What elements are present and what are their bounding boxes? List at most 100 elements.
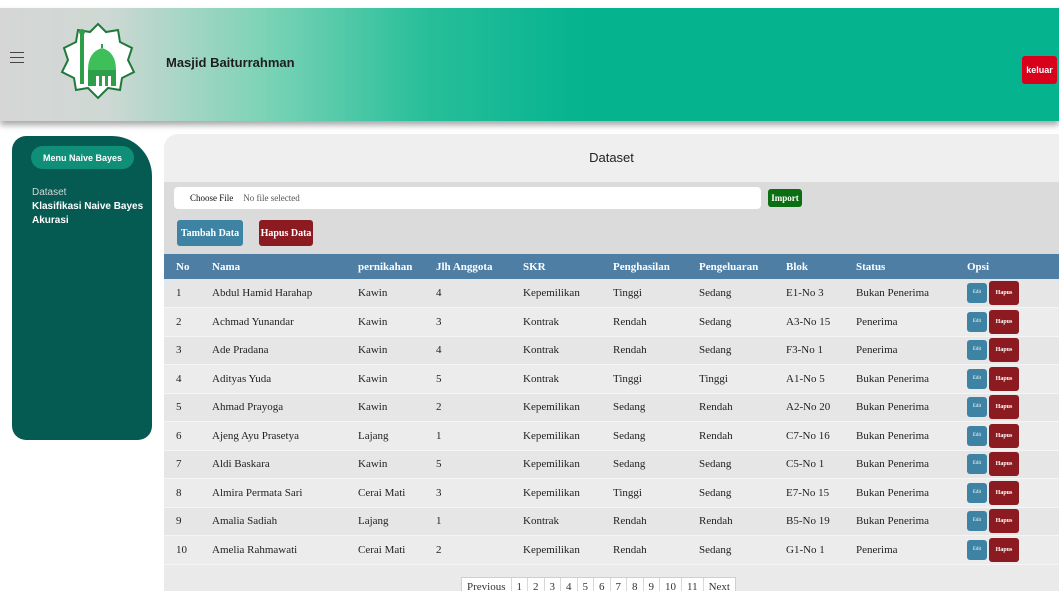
pagination-next[interactable]: Next — [704, 578, 735, 591]
edit-button[interactable]: Edit — [967, 340, 987, 361]
add-data-button[interactable]: Tambah Data — [177, 220, 243, 246]
pagination-page[interactable]: 10 — [660, 578, 682, 591]
cell-nama: Abdul Hamid Harahap — [212, 287, 313, 299]
pagination-page[interactable]: 5 — [578, 578, 594, 591]
pagination-page[interactable]: 4 — [561, 578, 578, 591]
cell-no: 10 — [176, 543, 187, 556]
table-row: 2 Achmad Yunandar Kawin 3 Kontrak Rendah Sedan… — [164, 307, 1059, 336]
cell-pengeluaran: Sedang — [699, 344, 732, 357]
dataset-table: No Nama pernikahan Jlh Anggota SKR Pengh… — [164, 254, 1059, 565]
cell-skr: Kepemilikan — [523, 458, 580, 471]
edit-button[interactable]: Edit — [967, 454, 987, 475]
cell-opsi: Edit Hapus — [955, 422, 1059, 451]
import-button[interactable]: Import — [768, 189, 802, 207]
delete-button[interactable]: Hapus — [989, 423, 1019, 448]
cell-opsi: Edit Hapus — [955, 507, 1059, 536]
cell-penghasilan: Sedang — [613, 401, 646, 414]
delete-button[interactable]: Hapus — [989, 338, 1019, 363]
cell-penghasilan: Sedang — [613, 429, 646, 442]
column-header: Blok — [786, 260, 809, 273]
pagination-page[interactable]: 3 — [545, 578, 561, 591]
table-row: 5 Ahmad Prayoga Kawin 2 Kepemilikan Sedang Ren… — [164, 393, 1059, 422]
delete-button[interactable]: Hapus — [989, 309, 1019, 334]
cell-status: Penerima — [856, 315, 898, 328]
delete-button[interactable]: Hapus — [989, 281, 1019, 305]
cell-pengeluaran: Sedang — [699, 287, 732, 299]
edit-button[interactable]: Edit — [967, 397, 987, 418]
toolbar: Choose File No file selected Import Tamb… — [164, 182, 1059, 254]
sidebar: Menu Naive Bayes Dataset Klasifikasi Nai… — [12, 136, 152, 440]
cell-blok: A1-No 5 — [786, 372, 825, 385]
cell-jlh: 2 — [436, 543, 442, 556]
cell-nama: Ajeng Ayu Prasetya — [212, 429, 299, 442]
table-row: 1 Abdul Hamid Harahap Kawin 4 Kepemilikan Tin… — [164, 279, 1059, 308]
cell-skr: Kepemilikan — [523, 486, 580, 499]
sidebar-item-klasifikasi[interactable]: Klasifikasi Naive Bayes — [32, 200, 143, 214]
cell-jlh: 1 — [436, 429, 442, 442]
pagination-page[interactable]: 2 — [528, 578, 545, 591]
cell-status: Bukan Penerima — [856, 458, 930, 471]
site-title: Masjid Baiturrahman — [166, 55, 295, 70]
edit-button[interactable]: Edit — [967, 311, 987, 332]
edit-button[interactable]: Edit — [967, 511, 987, 532]
cell-jlh: 3 — [436, 486, 442, 499]
main-panel: Dataset Choose File No file selected Imp… — [164, 134, 1059, 591]
delete-button[interactable]: Hapus — [989, 509, 1019, 534]
column-header: No — [176, 260, 190, 273]
delete-button[interactable]: Hapus — [989, 452, 1019, 477]
cell-pernikahan: Kawin — [358, 401, 388, 414]
hamburger-icon[interactable] — [10, 52, 24, 66]
cell-skr: Kepemilikan — [523, 543, 580, 556]
table-row: 8 Almira Permata Sari Cerai Mati 3 Kepemilik… — [164, 478, 1059, 507]
edit-button[interactable]: Edit — [967, 368, 987, 389]
cell-pengeluaran: Rendah — [699, 429, 733, 442]
pagination-page[interactable]: 6 — [594, 578, 611, 591]
cell-nama: Amelia Rahmawati — [212, 543, 298, 556]
pagination-page[interactable]: 8 — [627, 578, 644, 591]
column-header: Pengeluaran — [699, 260, 759, 273]
pagination-page[interactable]: 7 — [611, 578, 627, 591]
pagination-page[interactable]: 9 — [644, 578, 660, 591]
logout-button[interactable]: keluar — [1022, 56, 1057, 84]
cell-opsi: Edit Hapus — [955, 365, 1059, 394]
column-header: SKR — [523, 260, 546, 273]
cell-status: Bukan Penerima — [856, 287, 930, 299]
delete-button[interactable]: Hapus — [989, 537, 1019, 562]
cell-pengeluaran: Sedang — [699, 486, 732, 499]
delete-button[interactable]: Hapus — [989, 395, 1019, 420]
choose-file-button[interactable]: Choose File — [190, 193, 233, 203]
cell-penghasilan: Tinggi — [613, 287, 642, 299]
table-header-row: No Nama pernikahan Jlh Anggota SKR Pengh… — [164, 254, 1059, 279]
delete-all-button[interactable]: Hapus Data — [259, 220, 313, 246]
cell-status: Bukan Penerima — [856, 486, 930, 499]
edit-button[interactable]: Edit — [967, 283, 987, 303]
cell-opsi: Edit Hapus — [955, 450, 1059, 479]
edit-button[interactable]: Edit — [967, 539, 987, 560]
file-input[interactable]: Choose File No file selected — [174, 187, 761, 209]
pagination-page[interactable]: 1 — [512, 578, 528, 591]
cell-status: Bukan Penerima — [856, 429, 930, 442]
table-row: 3 Ade Pradana Kawin 4 Kontrak Rendah Sedang F3-… — [164, 336, 1059, 365]
cell-jlh: 5 — [436, 458, 442, 471]
top-header: Masjid Baiturrahman keluar — [0, 8, 1059, 121]
delete-button[interactable]: Hapus — [989, 366, 1019, 391]
edit-button[interactable]: Edit — [967, 482, 987, 503]
cell-pernikahan: Kawin — [358, 315, 388, 328]
table-row: 10 Amelia Rahmawati Cerai Mati 2 Kepemilikan… — [164, 535, 1059, 564]
page-title: Dataset — [164, 134, 1059, 182]
column-header: Status — [856, 260, 886, 273]
column-header: Opsi — [967, 260, 990, 273]
cell-skr: Kontrak — [523, 372, 560, 385]
edit-button[interactable]: Edit — [967, 425, 987, 446]
cell-opsi: Edit Hapus — [955, 336, 1059, 365]
cell-skr: Kontrak — [523, 515, 560, 528]
sidebar-heading[interactable]: Menu Naive Bayes — [31, 146, 134, 169]
sidebar-item-dataset[interactable]: Dataset — [32, 186, 143, 200]
pagination-previous[interactable]: Previous — [462, 578, 512, 591]
delete-button[interactable]: Hapus — [989, 480, 1019, 505]
sidebar-item-akurasi[interactable]: Akurasi — [32, 214, 143, 228]
cell-nama: Aldi Baskara — [212, 458, 270, 471]
cell-penghasilan: Rendah — [613, 315, 647, 328]
cell-opsi: Edit Hapus — [955, 393, 1059, 422]
pagination-page[interactable]: 11 — [682, 578, 704, 591]
